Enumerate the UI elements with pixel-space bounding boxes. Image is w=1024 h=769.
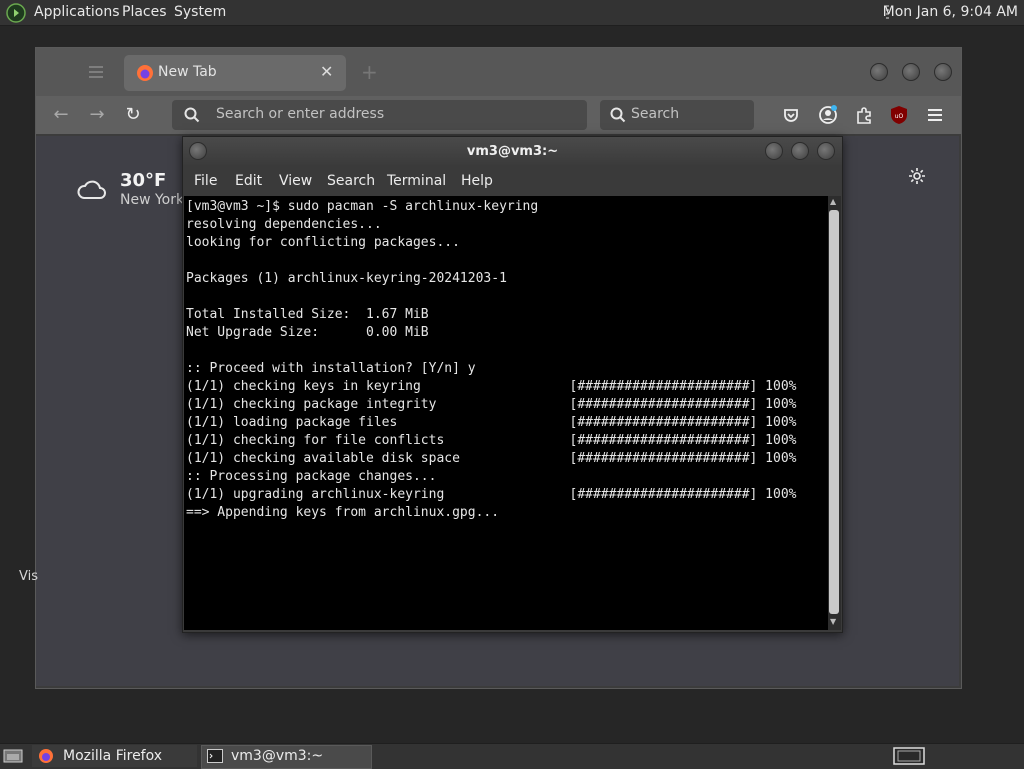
back-arrow-icon[interactable]: ← bbox=[49, 103, 73, 127]
terminal-menu-help[interactable]: Help bbox=[461, 173, 493, 189]
minimize-window-button[interactable] bbox=[765, 142, 783, 160]
maximize-window-button[interactable] bbox=[902, 63, 920, 81]
reload-icon[interactable]: ↻ bbox=[121, 103, 145, 127]
terminal-screen[interactable]: [vm3@vm3 ~]$ sudo pacman -S archlinux-ke… bbox=[184, 196, 828, 630]
scroll-down-arrow-icon[interactable]: ▼ bbox=[830, 617, 836, 626]
firefox-icon bbox=[38, 748, 54, 764]
search-icon bbox=[610, 107, 626, 123]
terminal-line: Packages (1) archlinux-keyring-20241203-… bbox=[186, 271, 507, 286]
gear-icon[interactable] bbox=[907, 166, 927, 186]
tab-list-icon[interactable] bbox=[86, 62, 106, 82]
terminal-icon bbox=[207, 749, 223, 763]
terminal-titlebar[interactable]: vm3@vm3:~ bbox=[183, 137, 842, 165]
terminal-line: (1/1) loading package files [###########… bbox=[186, 415, 797, 430]
arch-linux-icon[interactable] bbox=[6, 3, 26, 23]
terminal-line: :: Processing package changes... bbox=[186, 469, 437, 484]
extensions-icon[interactable] bbox=[854, 105, 874, 125]
terminal-menu-edit[interactable]: Edit bbox=[235, 173, 262, 189]
search-placeholder: Search bbox=[631, 106, 680, 122]
scroll-up-arrow-icon[interactable]: ▲ bbox=[830, 197, 836, 206]
terminal-line: resolving dependencies... bbox=[186, 217, 382, 232]
terminal-line: Net Upgrade Size: 0.00 MiB bbox=[186, 325, 429, 340]
terminal-line: :: Proceed with installation? [Y/n] y bbox=[186, 361, 476, 376]
cloud-icon bbox=[76, 176, 108, 204]
close-window-button[interactable] bbox=[817, 142, 835, 160]
firefox-icon bbox=[136, 64, 154, 82]
terminal-line: (1/1) checking available disk space [###… bbox=[186, 451, 797, 466]
search-bar[interactable]: Search bbox=[600, 100, 754, 130]
address-bar[interactable]: Search or enter address bbox=[172, 100, 587, 130]
taskbar-item-label: Mozilla Firefox bbox=[63, 748, 163, 764]
tab-title: New Tab bbox=[158, 64, 217, 80]
terminal-window: vm3@vm3:~ File Edit View Search Terminal… bbox=[182, 136, 843, 633]
terminal-menu-view[interactable]: View bbox=[279, 173, 312, 189]
terminal-line: [vm3@vm3 ~]$ sudo pacman -S archlinux-ke… bbox=[186, 199, 539, 214]
terminal-menu-terminal[interactable]: Terminal bbox=[387, 173, 446, 189]
maximize-window-button[interactable] bbox=[791, 142, 809, 160]
terminal-line: (1/1) checking keys in keyring [########… bbox=[186, 379, 797, 394]
close-window-button[interactable] bbox=[934, 63, 952, 81]
clock[interactable]: Mon Jan 6, 9:04 AM bbox=[883, 4, 1018, 20]
top-panel: Applications Places System Mon Jan 6, 9:… bbox=[0, 0, 1024, 26]
taskbar-item-firefox[interactable]: Mozilla Firefox bbox=[32, 745, 197, 767]
terminal-line: (1/1) checking for file conflicts [#####… bbox=[186, 433, 797, 448]
ublock-icon[interactable]: uO bbox=[889, 105, 909, 125]
partial-side-text: Vis bbox=[19, 569, 38, 584]
workspace-switcher-icon[interactable] bbox=[893, 747, 925, 765]
firefox-nav-toolbar: ← → ↻ Search or enter address Search uO bbox=[36, 96, 961, 134]
terminal-menu-search[interactable]: Search bbox=[327, 173, 375, 189]
terminal-output: [vm3@vm3 ~]$ sudo pacman -S archlinux-ke… bbox=[186, 198, 796, 522]
terminal-line: looking for conflicting packages... bbox=[186, 235, 460, 250]
weather-temperature: 30°F bbox=[120, 170, 167, 191]
close-tab-icon[interactable]: ✕ bbox=[320, 62, 333, 81]
show-desktop-icon[interactable] bbox=[3, 748, 23, 764]
weather-city[interactable]: New York bbox=[120, 192, 184, 208]
terminal-title: vm3@vm3:~ bbox=[466, 144, 559, 159]
menu-applications[interactable]: Applications bbox=[34, 4, 120, 20]
forward-arrow-icon[interactable]: → bbox=[85, 103, 109, 127]
terminal-menu-file[interactable]: File bbox=[194, 173, 217, 189]
menu-places[interactable]: Places bbox=[122, 4, 167, 20]
svg-text:uO: uO bbox=[895, 113, 904, 120]
minimize-window-button[interactable] bbox=[870, 63, 888, 81]
taskbar-item-terminal[interactable]: vm3@vm3:~ bbox=[201, 745, 372, 769]
bottom-panel: Mozilla Firefox vm3@vm3:~ bbox=[0, 743, 1024, 769]
menu-system[interactable]: System bbox=[174, 4, 226, 20]
terminal-scrollbar[interactable]: ▲ ▼ bbox=[828, 196, 841, 630]
terminal-line: Total Installed Size: 1.67 MiB bbox=[186, 307, 429, 322]
scrollbar-thumb[interactable] bbox=[829, 210, 839, 614]
new-tab-icon[interactable]: + bbox=[361, 60, 378, 84]
account-icon[interactable] bbox=[818, 105, 838, 125]
tab-new-tab[interactable]: New Tab ✕ bbox=[124, 55, 346, 91]
firefox-tab-bar: New Tab ✕ + bbox=[36, 48, 961, 96]
terminal-line: ==> Appending keys from archlinux.gpg... bbox=[186, 505, 500, 520]
terminal-line: (1/1) checking package integrity [######… bbox=[186, 397, 797, 412]
terminal-menubar: File Edit View Search Terminal Help bbox=[183, 167, 842, 195]
search-icon bbox=[184, 107, 200, 123]
taskbar-item-label: vm3@vm3:~ bbox=[231, 748, 324, 764]
hamburger-menu-icon[interactable] bbox=[925, 105, 945, 125]
terminal-line: (1/1) upgrading archlinux-keyring [#####… bbox=[186, 487, 797, 502]
pocket-icon[interactable] bbox=[782, 106, 800, 124]
address-placeholder: Search or enter address bbox=[216, 106, 385, 122]
